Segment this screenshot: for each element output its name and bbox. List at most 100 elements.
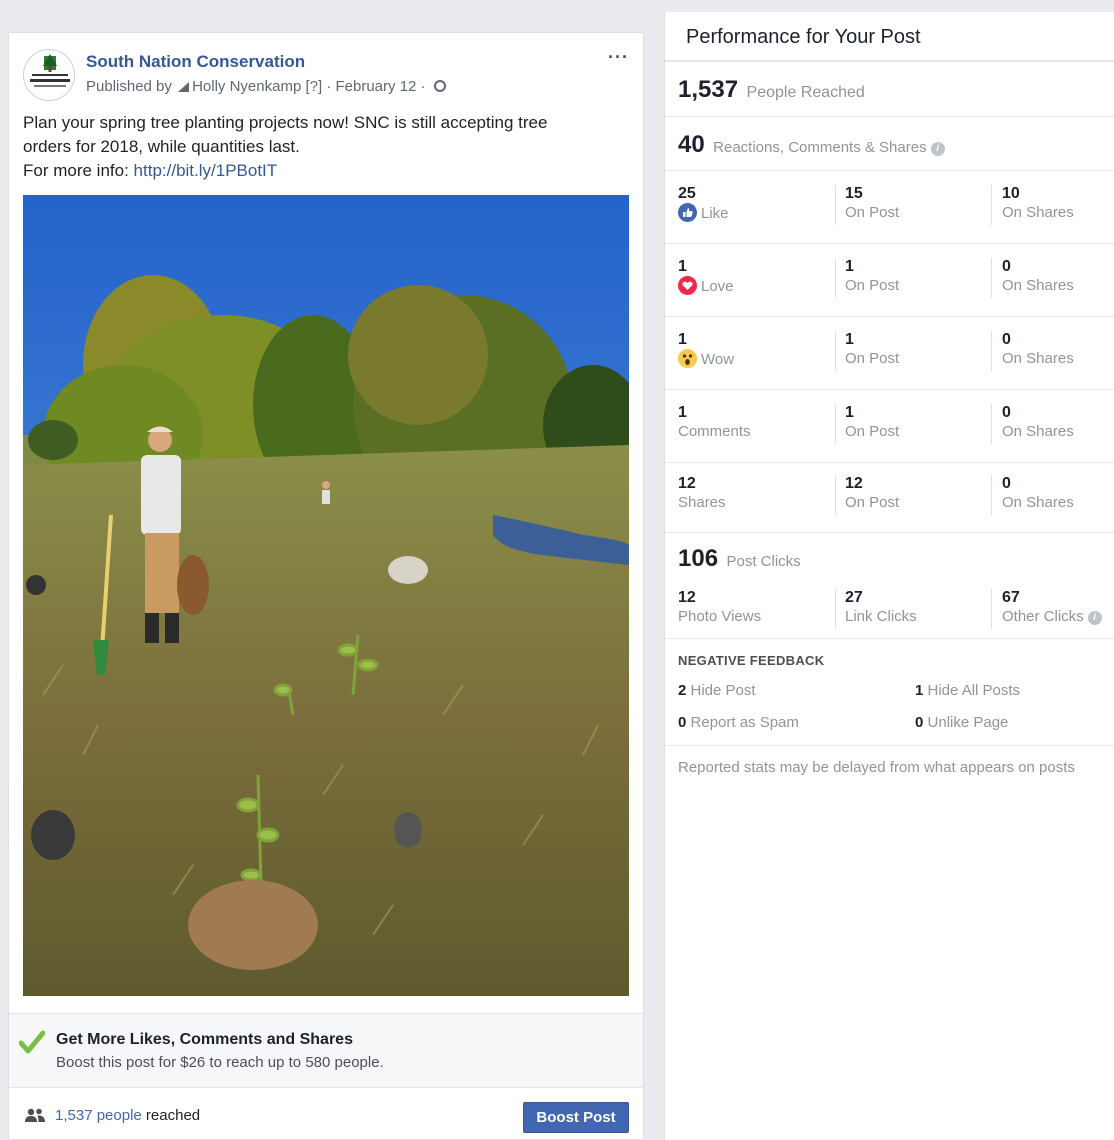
photo-views-label: Photo Views xyxy=(678,608,762,625)
other-clicks-stat: 67 Other Clicks i xyxy=(991,589,1102,629)
on-post-label: On Post xyxy=(845,494,900,511)
check-icon xyxy=(19,1030,45,1054)
like-total: 25 xyxy=(678,185,696,202)
love-on-post-value: 1 xyxy=(845,258,854,275)
info-icon[interactable]: i xyxy=(930,142,945,156)
published-by-label: Published by xyxy=(86,78,172,95)
comments-total: 1 xyxy=(678,404,687,421)
on-shares-label: On Shares xyxy=(1002,423,1074,440)
hide-post-stat: 2 Hide Post xyxy=(678,682,756,699)
other-clicks-value: 67 xyxy=(1002,589,1020,606)
engagement-section: 40 Reactions, Comments & Shares i xyxy=(665,116,1114,170)
on-shares-label: On Shares xyxy=(1002,350,1074,367)
stat-row-love: 1 Love 1 On Post 0 On Shares xyxy=(665,243,1114,316)
on-post-label: On Post xyxy=(845,277,900,294)
post-text: Plan your spring tree planting projects … xyxy=(23,111,623,183)
tree-planting-photo xyxy=(23,195,629,996)
boost-promo-subtitle: Boost this post for $26 to reach up to 5… xyxy=(56,1054,384,1071)
like-on-shares-value: 10 xyxy=(1002,185,1020,202)
stat-total: 12 Shares xyxy=(678,475,726,515)
post-text-line: orders for 2018, while quantities last. xyxy=(23,137,300,156)
hide-all-value: 1 xyxy=(915,682,924,699)
love-on-shares-value: 0 xyxy=(1002,258,1011,275)
comments-on-post-value: 1 xyxy=(845,404,854,421)
stat-on-post: 1 On Post xyxy=(835,404,899,444)
stat-row-shares: 12 Shares 12 On Post 0 On Shares xyxy=(665,462,1114,532)
on-shares-label: On Shares xyxy=(1002,494,1074,511)
stat-on-shares: 0 On Shares xyxy=(991,331,1074,371)
post-link[interactable]: http://bit.ly/1PBotIT xyxy=(134,161,278,180)
globe-icon xyxy=(433,80,446,92)
post-clicks-value: 106 xyxy=(678,545,719,572)
stat-on-shares: 0 On Shares xyxy=(991,404,1074,444)
unlike-value: 0 xyxy=(915,714,924,731)
stat-row-comments: 1 Comments 1 On Post 0 On Shares xyxy=(665,389,1114,462)
post-header: South Nation Conservation Published by H… xyxy=(23,47,629,101)
help-marker[interactable]: [?] xyxy=(305,78,322,95)
report-spam-stat: 0 Report as Spam xyxy=(678,714,799,731)
performance-panel: Performance for Your Post 1,537 People R… xyxy=(664,12,1114,1140)
stat-total: 1 Comments xyxy=(678,404,751,444)
wow-icon xyxy=(678,349,697,368)
panel-title: Performance for Your Post xyxy=(686,26,921,48)
hide-all-label: Hide All Posts xyxy=(927,682,1021,699)
love-icon xyxy=(678,276,697,295)
spam-value: 0 xyxy=(678,714,687,731)
love-label: Love xyxy=(701,278,734,295)
post-byline: Published by Holly Nyenkamp [?] · Februa… xyxy=(86,78,446,95)
link-clicks-value: 27 xyxy=(845,589,863,606)
people-reached-value: 1,537 xyxy=(678,76,739,103)
shares-on-shares-value: 0 xyxy=(1002,475,1011,492)
reached-people-link[interactable]: 1,537 people xyxy=(55,1107,142,1124)
reached-suffix: reached xyxy=(145,1107,201,1124)
engagement-value: 40 xyxy=(678,131,705,158)
stat-on-shares: 0 On Shares xyxy=(991,258,1074,298)
like-icon xyxy=(678,203,697,222)
stat-on-shares: 10 On Shares xyxy=(991,185,1074,225)
boost-post-button[interactable]: Boost Post xyxy=(523,1102,629,1133)
publisher-icon xyxy=(178,82,190,92)
post-clicks-section: 106 Post Clicks 12 Photo Views 27 Link C… xyxy=(665,532,1114,638)
unlike-page-stat: 0 Unlike Page xyxy=(915,714,1008,731)
more-options-button[interactable]: ··· xyxy=(608,47,629,68)
wow-on-shares-value: 0 xyxy=(1002,331,1011,348)
reach-summary: 1,537 people reached xyxy=(55,1107,200,1124)
stats-note-section: Reported stats may be delayed from what … xyxy=(665,745,1114,805)
hide-all-posts-stat: 1 Hide All Posts xyxy=(915,682,1020,699)
shares-on-post-value: 12 xyxy=(845,475,863,492)
hide-post-value: 2 xyxy=(678,682,687,699)
other-clicks-label: Other Clicks xyxy=(1002,608,1084,625)
post-photo[interactable] xyxy=(23,195,629,996)
like-label: Like xyxy=(701,205,729,222)
stat-on-post: 1 On Post xyxy=(835,258,899,298)
photo-views-value: 12 xyxy=(678,589,696,606)
post-footer: 1,537 people reached Boost Post xyxy=(9,1089,643,1140)
info-icon[interactable]: i xyxy=(1087,611,1102,625)
link-clicks-stat: 27 Link Clicks xyxy=(835,589,917,629)
author-name[interactable]: Holly Nyenkamp xyxy=(192,78,301,95)
stat-on-post: 1 On Post xyxy=(835,331,899,371)
shares-total: 12 xyxy=(678,475,696,492)
negative-feedback-section: NEGATIVE FEEDBACK 2 Hide Post 1 Hide All… xyxy=(665,638,1114,745)
engagement-label: Reactions, Comments & Shares xyxy=(713,139,927,156)
more-info-label: For more info: xyxy=(23,161,129,180)
love-total: 1 xyxy=(678,258,687,275)
people-icon xyxy=(25,1108,45,1122)
stats-delay-note: Reported stats may be delayed from what … xyxy=(678,759,1075,776)
post-date[interactable]: February 12 xyxy=(336,78,417,95)
comments-on-shares-value: 0 xyxy=(1002,404,1011,421)
photo-views-stat: 12 Photo Views xyxy=(678,589,761,629)
page-name[interactable]: South Nation Conservation xyxy=(86,52,305,72)
page-logo xyxy=(30,54,70,87)
on-shares-label: On Shares xyxy=(1002,277,1074,294)
stat-total: 1 Love xyxy=(678,258,734,298)
hide-post-label: Hide Post xyxy=(690,682,756,699)
stat-on-shares: 0 On Shares xyxy=(991,475,1074,515)
stat-on-post: 15 On Post xyxy=(835,185,899,225)
stat-row-wow: 1 Wow 1 On Post 0 On Shares xyxy=(665,316,1114,389)
page-avatar[interactable] xyxy=(23,49,75,101)
on-post-label: On Post xyxy=(845,204,900,221)
wow-total: 1 xyxy=(678,331,687,348)
link-clicks-label: Link Clicks xyxy=(845,608,917,625)
post-clicks-label: Post Clicks xyxy=(726,553,801,570)
